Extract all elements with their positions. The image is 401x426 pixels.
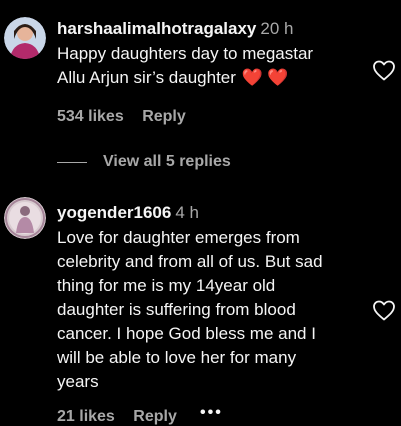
comment-username[interactable]: harshaalimalhotragalaxy [57,19,256,38]
replies-divider-line [57,162,87,163]
avatar[interactable] [4,17,46,59]
comment-text-line: Happy daughters day to megastar [57,44,314,63]
comment-text-line: Love for daughter emerges from [57,228,300,247]
comment-text-line: daughter is suffering from blood [57,300,296,319]
comment-timestamp: 4 h [175,203,199,222]
comment-item: harshaalimalhotragalaxy 20 h Happy daught… [0,0,401,180]
reply-button[interactable]: Reply [142,108,186,125]
reply-button[interactable]: Reply [133,408,177,425]
like-button[interactable] [372,59,398,83]
comment-text-line: thing for me is my 14year old [57,276,276,295]
avatar-image [4,197,46,239]
comment-username[interactable]: yogender1606 [57,203,171,222]
like-button[interactable] [372,299,398,323]
comment-item: yogender1606 4 h Love for daughter emerge… [0,190,401,425]
comment-timestamp: 20 h [260,19,294,38]
comment-text-line: will be able to love her for many [57,348,297,367]
comment-text-segment: Allu Arjun sir’s daughter [57,68,236,87]
heart-outline-icon [373,300,395,321]
avatar[interactable] [4,197,46,239]
more-options-icon[interactable]: ••• [200,404,223,422]
likes-count[interactable]: 21 likes [57,408,115,425]
view-replies-row[interactable]: View all 5 replies [57,153,307,173]
likes-count[interactable]: 534 likes [57,108,124,125]
view-replies-button[interactable]: View all 5 replies [103,153,231,171]
avatar-image [4,17,46,59]
comment-text-line: cancer. I hope God bless me and I [57,324,316,343]
heart-emoji: ❤️❤️ [241,68,293,87]
comment-text-line: Allu Arjun sir’s daughter ❤️❤️ [57,66,357,90]
comment-text-line: years [57,372,99,391]
comment-text-line: celebrity and from all of us. But sad [57,252,323,271]
heart-outline-icon [373,60,395,81]
